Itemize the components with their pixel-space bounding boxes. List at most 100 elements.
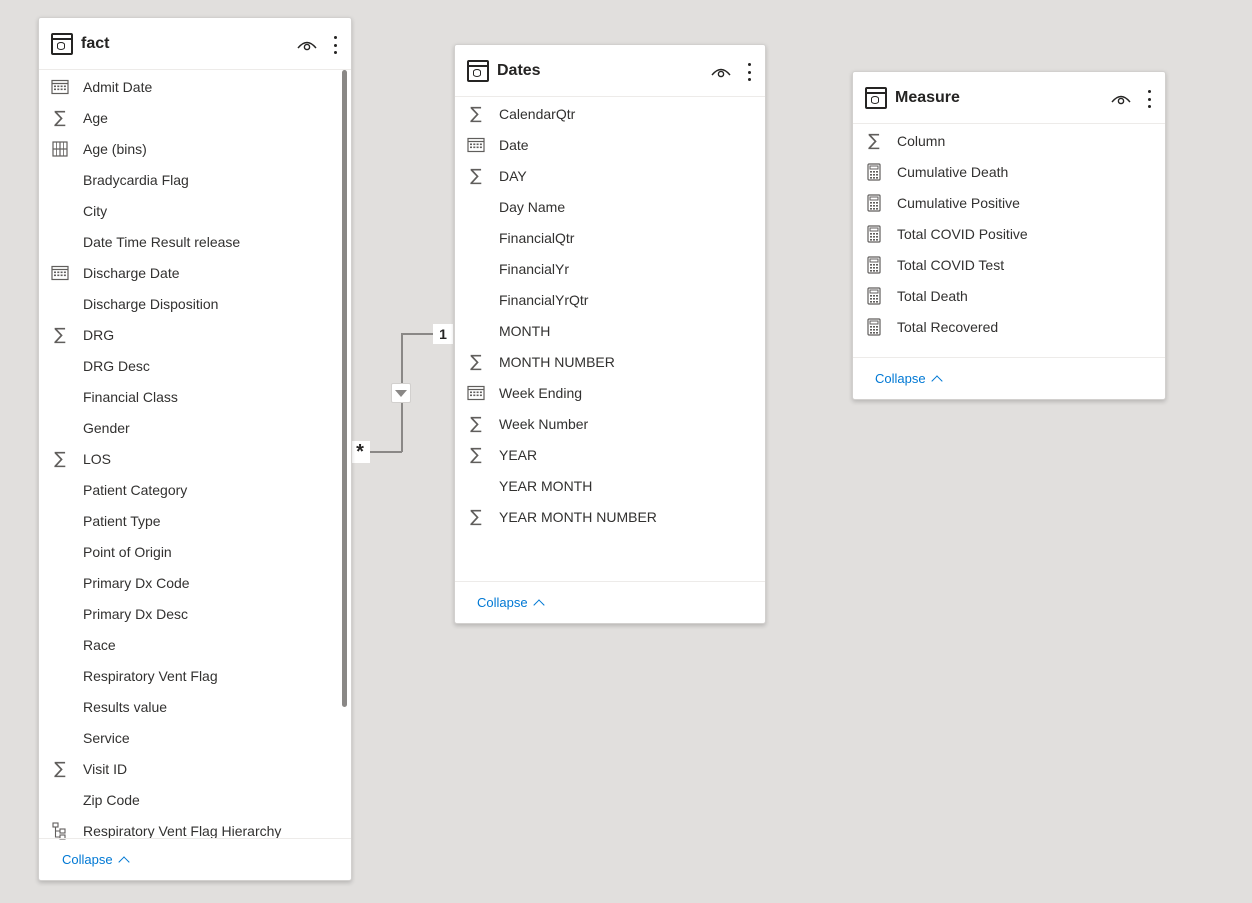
field-row[interactable]: ∑ YEAR MONTH NUMBER bbox=[455, 501, 765, 532]
field-name: Day Name bbox=[499, 198, 566, 215]
field-name: DRG Desc bbox=[83, 357, 150, 374]
field-row[interactable]: Date Time Result release bbox=[39, 226, 351, 257]
field-row[interactable]: ∑ MONTH NUMBER bbox=[455, 346, 765, 377]
table-card-dates[interactable]: Dates ∑ CalendarQtr Date ∑ DAY Day Name Financ… bbox=[454, 44, 766, 624]
calculator-icon bbox=[865, 286, 883, 305]
eye-icon[interactable] bbox=[711, 65, 731, 79]
field-row[interactable]: Total Recovered bbox=[853, 311, 1165, 342]
field-row[interactable]: Primary Dx Code bbox=[39, 567, 351, 598]
field-row[interactable]: Patient Type bbox=[39, 505, 351, 536]
field-row[interactable]: City bbox=[39, 195, 351, 226]
field-row[interactable]: FinancialYr bbox=[455, 253, 765, 284]
field-icon-placeholder bbox=[51, 481, 69, 499]
vertical-scrollbar[interactable] bbox=[342, 70, 347, 707]
field-icon-placeholder bbox=[51, 605, 69, 623]
field-row[interactable]: ∑ DAY bbox=[455, 160, 765, 191]
field-row[interactable]: ∑ YEAR bbox=[455, 439, 765, 470]
collapse-button[interactable]: Collapse bbox=[477, 595, 545, 611]
field-icon-placeholder bbox=[51, 233, 69, 251]
bins-icon bbox=[51, 140, 69, 158]
field-icon-placeholder bbox=[467, 198, 485, 216]
field-list: ∑ Column Cumulative Death Cumulative Positi… bbox=[853, 124, 1165, 342]
field-icon-placeholder bbox=[51, 667, 69, 685]
field-row[interactable]: YEAR MONTH bbox=[455, 470, 765, 501]
table-header[interactable]: fact bbox=[39, 18, 351, 70]
field-icon-placeholder bbox=[51, 791, 69, 809]
field-row[interactable]: Discharge Date bbox=[39, 257, 351, 288]
collapse-button[interactable]: Collapse bbox=[875, 371, 943, 387]
field-row[interactable]: ∑ Visit ID bbox=[39, 753, 351, 784]
field-row[interactable]: Cumulative Positive bbox=[853, 187, 1165, 218]
relationship-line-h-top[interactable] bbox=[402, 333, 434, 335]
sigma-icon: ∑ bbox=[54, 758, 66, 779]
field-name: Cumulative Death bbox=[897, 163, 1009, 180]
field-row[interactable]: Zip Code bbox=[39, 784, 351, 815]
field-icon-placeholder bbox=[51, 357, 69, 375]
eye-icon[interactable] bbox=[1111, 92, 1131, 106]
field-row[interactable]: Service bbox=[39, 722, 351, 753]
field-icon-placeholder bbox=[467, 291, 485, 309]
more-options-icon[interactable] bbox=[745, 62, 753, 82]
field-row[interactable]: Point of Origin bbox=[39, 536, 351, 567]
field-row[interactable]: Respiratory Vent Flag bbox=[39, 660, 351, 691]
field-row[interactable]: Results value bbox=[39, 691, 351, 722]
field-row[interactable]: Patient Category bbox=[39, 474, 351, 505]
field-row[interactable]: DRG Desc bbox=[39, 350, 351, 381]
field-name: Race bbox=[83, 636, 116, 653]
field-name: Primary Dx Code bbox=[83, 574, 190, 591]
field-row[interactable]: Age (bins) bbox=[39, 133, 351, 164]
field-row[interactable]: Day Name bbox=[455, 191, 765, 222]
field-row[interactable]: Race bbox=[39, 629, 351, 660]
field-row[interactable]: Admit Date bbox=[39, 71, 351, 102]
field-name: Age (bins) bbox=[83, 140, 147, 157]
more-options-icon[interactable] bbox=[331, 35, 339, 55]
field-name: Date bbox=[499, 136, 529, 153]
field-icon-placeholder bbox=[51, 636, 69, 654]
field-icon-placeholder bbox=[51, 388, 69, 406]
field-row[interactable]: Discharge Disposition bbox=[39, 288, 351, 319]
field-row[interactable]: Gender bbox=[39, 412, 351, 443]
field-name: YEAR MONTH NUMBER bbox=[499, 508, 657, 525]
field-name: Financial Class bbox=[83, 388, 178, 405]
field-row[interactable]: ∑ Column bbox=[853, 125, 1165, 156]
field-name: Discharge Date bbox=[83, 264, 180, 281]
field-icon-placeholder bbox=[51, 574, 69, 592]
field-name: Total COVID Test bbox=[897, 256, 1005, 273]
field-row[interactable]: FinancialYrQtr bbox=[455, 284, 765, 315]
field-row[interactable]: Cumulative Death bbox=[853, 156, 1165, 187]
relationship-line-h-bottom[interactable] bbox=[369, 451, 402, 453]
table-icon bbox=[865, 86, 887, 109]
hierarchy-icon bbox=[51, 821, 69, 840]
field-row[interactable]: ∑ LOS bbox=[39, 443, 351, 474]
table-header[interactable]: Measure bbox=[853, 72, 1165, 124]
relationship-filter-direction[interactable] bbox=[391, 383, 411, 403]
field-name: Total Death bbox=[897, 287, 968, 304]
sigma-icon: ∑ bbox=[470, 351, 482, 372]
field-row[interactable]: ∑ DRG bbox=[39, 319, 351, 350]
field-row[interactable]: Week Ending bbox=[455, 377, 765, 408]
eye-icon[interactable] bbox=[297, 38, 317, 52]
field-row[interactable]: Financial Class bbox=[39, 381, 351, 412]
field-row[interactable]: FinancialQtr bbox=[455, 222, 765, 253]
field-row[interactable]: Total COVID Test bbox=[853, 249, 1165, 280]
field-row[interactable]: MONTH bbox=[455, 315, 765, 346]
field-row[interactable]: ∑ Age bbox=[39, 102, 351, 133]
field-row[interactable]: Total COVID Positive bbox=[853, 218, 1165, 249]
field-row[interactable]: Date bbox=[455, 129, 765, 160]
field-row[interactable]: ∑ CalendarQtr bbox=[455, 98, 765, 129]
field-row[interactable]: Primary Dx Desc bbox=[39, 598, 351, 629]
field-row[interactable]: Total Death bbox=[853, 280, 1165, 311]
table-card-fact[interactable]: fact Admit Date ∑ Age Age (bins) Bradycardia… bbox=[38, 17, 352, 881]
collapse-button[interactable]: Collapse bbox=[62, 852, 130, 868]
field-name: Week Ending bbox=[499, 384, 583, 401]
field-icon-placeholder bbox=[467, 260, 485, 278]
more-options-icon[interactable] bbox=[1145, 89, 1153, 109]
field-name: DRG bbox=[83, 326, 115, 343]
field-row[interactable]: ∑ Week Number bbox=[455, 408, 765, 439]
field-name: Point of Origin bbox=[83, 543, 172, 560]
calendar-icon bbox=[51, 78, 69, 96]
field-row[interactable]: Bradycardia Flag bbox=[39, 164, 351, 195]
field-name: Patient Type bbox=[83, 512, 161, 529]
table-card-measure[interactable]: Measure ∑ Column Cumulative Death Cumulativ… bbox=[852, 71, 1166, 400]
table-header[interactable]: Dates bbox=[455, 45, 765, 97]
